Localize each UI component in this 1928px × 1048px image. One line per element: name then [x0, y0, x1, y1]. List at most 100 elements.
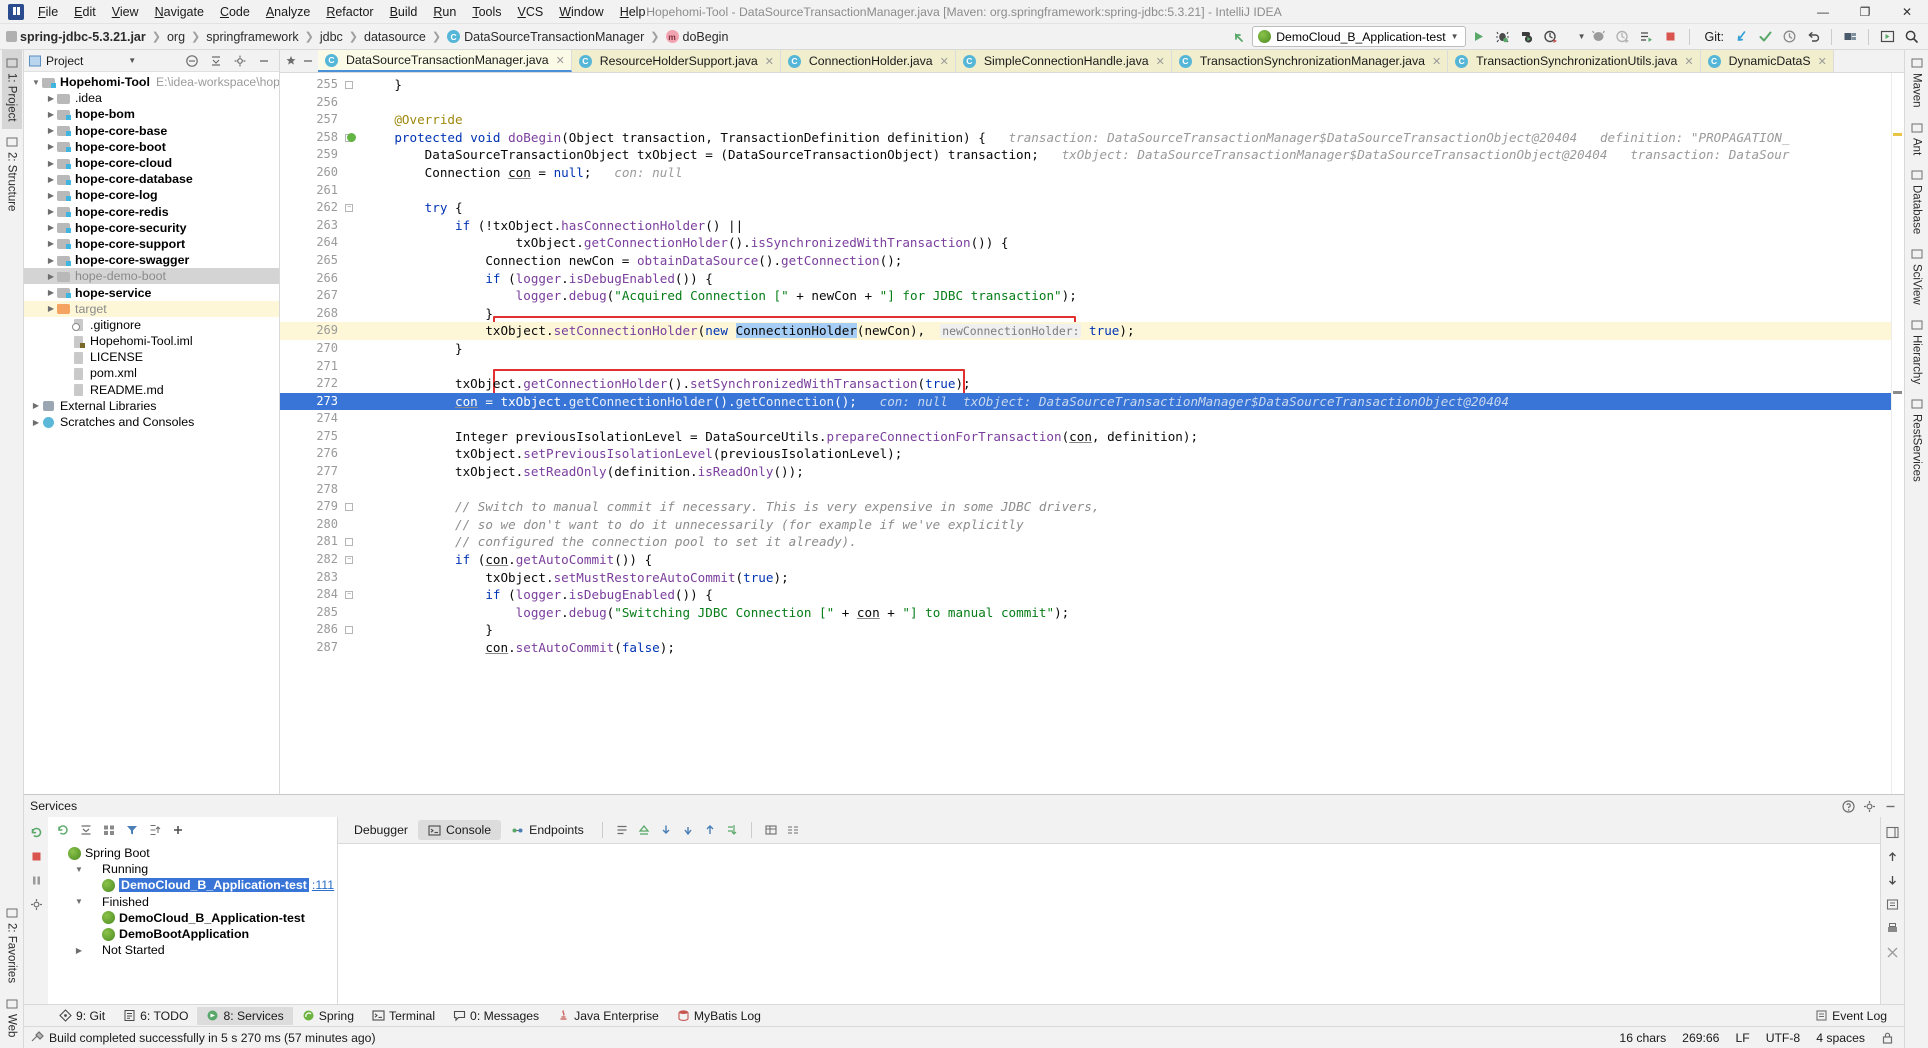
upload-icon[interactable] [699, 819, 721, 841]
back-arrow-icon[interactable] [1228, 26, 1250, 48]
tree-node-readme-md[interactable]: ▶README.md [24, 382, 279, 398]
close-tab-icon[interactable]: ✕ [940, 55, 949, 68]
tree-node-hope-core-log[interactable]: ▶ hope-core-log [24, 187, 279, 203]
tool-window-button-java-enterprise[interactable]: Java Enterprise [548, 1007, 668, 1025]
code-line-283[interactable]: txObject.setMustRestoreAutoCommit(true); [356, 569, 1891, 587]
tree-node-hope-demo-boot[interactable]: ▶ hope-demo-boot [24, 268, 279, 285]
code-line-281[interactable]: // configured the connection pool to set… [356, 533, 1891, 551]
code-line-277[interactable]: txObject.setReadOnly(definition.isReadOn… [356, 463, 1891, 481]
tree-node-hopehomi-tool[interactable]: ▼ Hopehomi-Tool E:\idea-workspace\hopehom [24, 74, 279, 90]
minimize-button[interactable]: — [1802, 0, 1844, 24]
line-number-277[interactable]: 277 [280, 463, 342, 481]
services-tab-console[interactable]: Console [418, 820, 502, 840]
close-tab-icon[interactable]: ✕ [556, 54, 565, 67]
window-controls[interactable]: — ❐ ✕ [1802, 0, 1928, 23]
run-with-coverage-icon[interactable] [1516, 26, 1538, 48]
service-node-running[interactable]: ▼ Running [48, 861, 337, 877]
line-number-257[interactable]: 257 [280, 111, 342, 129]
editor-tab-connectionholder-java[interactable]: C ConnectionHolder.java ✕ [780, 50, 956, 72]
close-tab-icon[interactable]: ✕ [1684, 55, 1693, 68]
chevron-right-icon[interactable]: ▶ [45, 223, 57, 232]
tool-window-button-6-todo[interactable]: 6: TODO [114, 1007, 197, 1025]
status-encoding[interactable]: UTF-8 [1766, 1031, 1801, 1045]
chevron-right-icon[interactable]: ▶ [45, 94, 57, 103]
code-line-278[interactable] [356, 481, 1891, 499]
tool-window-button-maven[interactable]: Maven [1907, 50, 1927, 115]
profiler-icon[interactable] [1540, 26, 1562, 48]
services-tab-bar[interactable]: Debugger Console Endpoints [338, 817, 1880, 843]
pause-icon[interactable] [29, 873, 44, 888]
chevron-right-icon[interactable]: ▶ [45, 288, 57, 297]
scroll-down-icon[interactable] [655, 819, 677, 841]
line-number-258[interactable]: 258 [280, 128, 362, 147]
fold-region-281[interactable] [342, 533, 356, 551]
collapse-tree-icon[interactable] [79, 823, 93, 837]
line-number-264[interactable]: 264 [280, 234, 342, 252]
status-caret-position[interactable]: 269:66 [1682, 1031, 1719, 1045]
chevron-down-icon[interactable]: ▼ [73, 897, 85, 906]
commit-icon[interactable] [1754, 26, 1776, 48]
compare-icon[interactable] [782, 819, 804, 841]
line-number-270[interactable]: 270 [280, 340, 342, 358]
menu-edit[interactable]: Edit [66, 2, 104, 22]
services-tab-debugger[interactable]: Debugger [344, 820, 418, 840]
tree-node-external-libraries[interactable]: ▶ External Libraries [24, 398, 279, 414]
line-number-261[interactable]: 261 [280, 182, 342, 200]
close-button[interactable]: ✕ [1886, 0, 1928, 24]
services-help-icon[interactable] [1841, 799, 1856, 814]
tool-window-button-hierarchy[interactable]: Hierarchy [1907, 312, 1927, 391]
line-number-266[interactable]: 266 [280, 270, 342, 288]
tree-node-hope-core-cloud[interactable]: ▶ hope-core-cloud [24, 155, 279, 171]
service-node-spring-boot[interactable]: ▶Spring Boot [48, 845, 337, 861]
line-number-267[interactable]: 267 [280, 287, 342, 305]
clear-all-icon[interactable] [1885, 945, 1900, 960]
menu-build[interactable]: Build [382, 2, 426, 22]
left-rail-top-group[interactable]: 1: Project 2: Structure [1, 50, 22, 218]
tree-node-hope-core-database[interactable]: ▶ hope-core-database [24, 171, 279, 187]
menu-view[interactable]: View [104, 2, 147, 22]
menu-vcs[interactable]: VCS [510, 2, 552, 22]
tool-window-button-8-services[interactable]: 8: Services [197, 1006, 293, 1025]
code-line-275[interactable]: Integer previousIsolationLevel = DataSou… [356, 428, 1891, 446]
code-line-269[interactable]: txObject.setConnectionHolder(new Connect… [356, 322, 1891, 340]
services-tab-endpoints[interactable]: Endpoints [501, 820, 594, 840]
coverage-disabled-icon[interactable] [1612, 26, 1634, 48]
line-number-285[interactable]: 285 [280, 604, 342, 622]
chevron-right-icon[interactable]: ▶ [45, 304, 57, 313]
scroll-down-arrow-icon[interactable] [1885, 873, 1900, 888]
project-panel-actions[interactable] [181, 50, 275, 72]
services-right-rail[interactable] [1880, 817, 1904, 1004]
services-header-actions[interactable] [1841, 799, 1898, 814]
select-in-icon[interactable] [1876, 26, 1898, 48]
console-lines-icon[interactable] [611, 819, 633, 841]
fold-end-icon[interactable] [345, 80, 353, 89]
search-everywhere-icon[interactable] [1900, 26, 1922, 48]
code-line-262[interactable]: try { [356, 199, 1891, 217]
line-number-256[interactable]: 256 [280, 94, 342, 112]
line-number-282[interactable]: 282 [280, 551, 342, 569]
tool-window-button-mybatis-log[interactable]: MyBatis Log [668, 1007, 770, 1025]
pin-tab-icon[interactable] [285, 55, 297, 67]
chevron-right-icon[interactable]: ▶ [45, 159, 57, 168]
print-icon[interactable] [1885, 921, 1900, 936]
chevron-right-icon[interactable]: ▶ [45, 207, 57, 216]
line-number-286[interactable]: 286 [280, 621, 342, 639]
hide-panel-icon[interactable] [253, 50, 275, 72]
close-tab-icon[interactable]: ✕ [1156, 55, 1165, 68]
close-tab-icon[interactable]: ✕ [1818, 55, 1827, 68]
chevron-right-icon[interactable]: ▶ [45, 110, 57, 119]
editor-marker-strip[interactable] [1891, 73, 1904, 794]
tool-window-button-2-structure[interactable]: 2: Structure [2, 129, 22, 218]
menu-help[interactable]: Help [612, 2, 654, 22]
chevron-right-icon[interactable]: ▶ [45, 191, 57, 200]
menu-window[interactable]: Window [551, 2, 611, 22]
debug-icon[interactable] [1492, 26, 1514, 48]
tree-node--gitignore[interactable]: ▶.gitignore [24, 317, 279, 333]
code-line-259[interactable]: DataSourceTransactionObject txObject = (… [356, 146, 1891, 164]
menu-analyze[interactable]: Analyze [258, 2, 318, 22]
fold-region-284[interactable]: − [342, 586, 356, 604]
fold-end-icon[interactable] [345, 503, 353, 512]
line-number-284[interactable]: 284 [280, 586, 342, 604]
chevron-right-icon[interactable]: ▶ [45, 256, 57, 265]
scroll-to-top-icon[interactable] [633, 819, 655, 841]
